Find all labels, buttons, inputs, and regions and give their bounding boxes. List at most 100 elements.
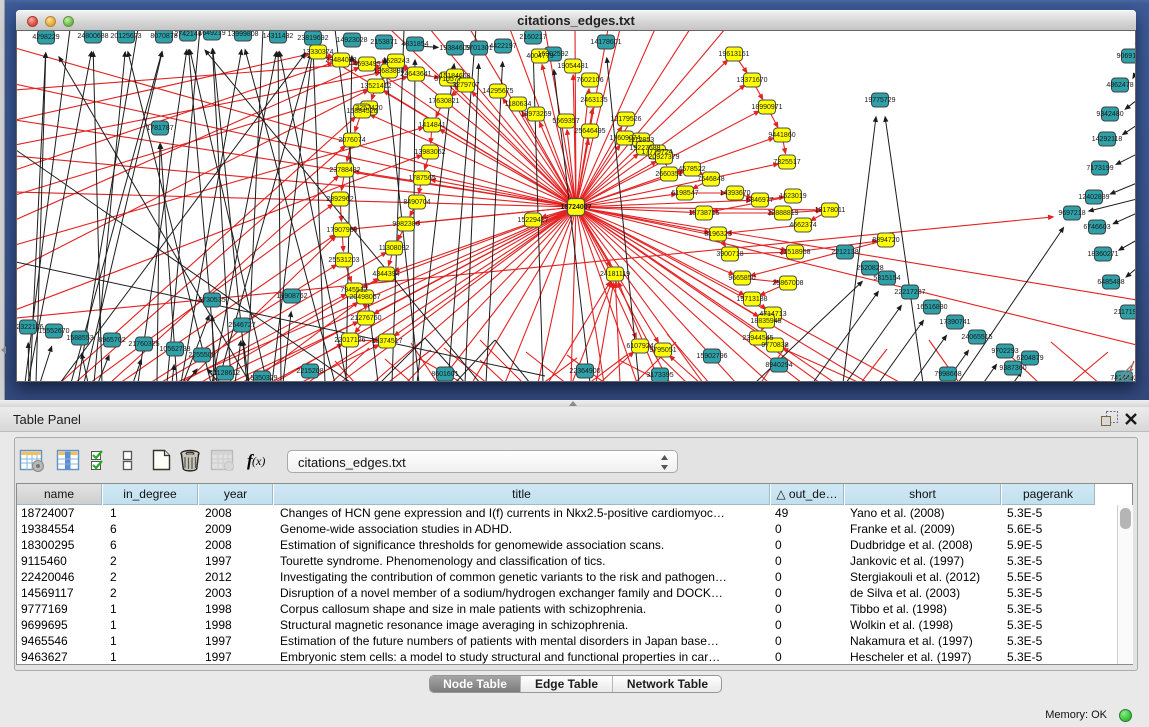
svg-text:9770838: 9770838 [761,342,788,349]
svg-text:14292118: 14292118 [1092,136,1123,143]
svg-text:1528243: 1528243 [382,58,409,65]
svg-text:5315154: 5315154 [873,275,900,282]
svg-text:16516880: 16516880 [916,304,947,311]
svg-text:2076074: 2076074 [338,137,365,144]
svg-text:1588553: 1588553 [66,335,93,342]
svg-text:15552670: 15552670 [38,328,69,335]
svg-text:18835945: 18835945 [750,318,781,325]
svg-text:4578522: 4578522 [678,166,705,173]
svg-text:9795051: 9795051 [649,347,676,354]
svg-text:24800688: 24800688 [77,33,108,40]
svg-text:7998668: 7998668 [934,371,961,378]
svg-text:6746603: 6746603 [1083,224,1110,231]
svg-text:14311432: 14311432 [263,33,294,40]
svg-text:20927379: 20927379 [648,154,679,161]
svg-text:15350329: 15350329 [246,375,277,381]
svg-text:18908762: 18908762 [276,293,307,300]
svg-text:7173199: 7173199 [1086,165,1113,172]
svg-text:9342480: 9342480 [1096,111,1123,118]
svg-text:23484078: 23484078 [325,57,356,64]
svg-text:4422197: 4422197 [489,43,516,50]
svg-text:4593499: 4593499 [353,61,380,68]
svg-text:1787565: 1787565 [408,175,435,182]
svg-text:22017126: 22017126 [334,337,365,344]
svg-text:4298229: 4298229 [32,34,59,41]
svg-text:9665850: 9665850 [728,275,755,282]
svg-text:22888819: 22888819 [767,210,798,217]
svg-text:7602106: 7602106 [576,77,603,84]
svg-text:14923028: 14923028 [336,37,367,44]
svg-text:10562738: 10562738 [159,346,190,353]
svg-text:19613161: 19613161 [718,51,749,58]
svg-text:2212138: 2212138 [831,249,858,256]
svg-text:12179526: 12179526 [610,116,641,123]
svg-text:23788482: 23788482 [329,167,360,174]
svg-text:1623019: 1623019 [779,193,806,200]
svg-text:3173395: 3173395 [646,372,673,379]
svg-text:8196323: 8196323 [704,231,731,238]
svg-text:17630821: 17630821 [428,98,459,105]
svg-text:2153871: 2153871 [370,39,397,46]
svg-text:8965702: 8965702 [98,337,125,344]
svg-text:7945512: 7945512 [340,287,367,294]
svg-text:14178601: 14178601 [590,39,621,46]
svg-text:4004779: 4004779 [526,53,553,60]
svg-text:2255500: 2255500 [188,352,215,359]
svg-text:9982380: 9982380 [392,221,419,228]
svg-text:2520828: 2520828 [856,265,883,272]
svg-text:25646495: 25646495 [574,128,605,135]
svg-text:1180634: 1180634 [505,101,532,108]
svg-text:15229417: 15229417 [517,217,548,224]
svg-text:5730535: 5730535 [198,297,225,304]
svg-text:24643641: 24643641 [400,71,431,78]
svg-text:9697218: 9697218 [1058,210,1085,217]
svg-text:2463135: 2463135 [580,97,607,104]
svg-text:14295675: 14295675 [482,88,513,95]
svg-text:11128612: 11128612 [210,370,240,377]
svg-text:8894720: 8894720 [872,237,899,244]
svg-text:5569357: 5569357 [552,118,579,125]
svg-text:13330374: 13330374 [302,49,333,56]
svg-text:4862478: 4862478 [1106,82,1133,89]
svg-text:3900718: 3900718 [716,251,743,258]
svg-text:1781787: 1781787 [146,125,173,132]
svg-text:8601601: 8601601 [431,371,458,378]
svg-text:2215208: 2215208 [296,368,323,375]
svg-text:25867008: 25867008 [772,280,803,287]
svg-text:15184668: 15184668 [439,73,470,80]
svg-text:8940294: 8940294 [765,362,792,369]
svg-text:2546727: 2546727 [228,322,255,329]
svg-text:17907969: 17907969 [326,227,357,234]
svg-text:1649219: 1649219 [198,31,225,37]
svg-text:24065515: 24065515 [961,334,992,341]
svg-text:18990971: 18990971 [751,104,782,111]
svg-text:18178011: 18178011 [815,207,846,214]
svg-text:9702293: 9702293 [991,348,1018,355]
svg-text:2892962: 2892962 [326,196,353,203]
svg-text:4831854: 4831854 [401,41,428,48]
svg-text:25531203: 25531203 [328,257,359,264]
svg-text:15884526: 15884526 [346,108,377,115]
svg-text:7325517: 7325517 [773,159,800,166]
svg-text:6204879: 6204879 [1016,355,1043,362]
svg-text:15902796: 15902796 [696,353,727,360]
svg-text:13999808: 13999808 [227,31,258,38]
svg-text:23819692: 23819692 [297,35,328,42]
svg-text:13371670: 13371670 [736,77,767,84]
svg-text:6846977: 6846977 [746,197,773,204]
svg-text:24181119: 24181119 [600,271,630,278]
svg-text:15374517: 15374517 [371,338,402,345]
svg-text:18724007: 18724007 [560,204,591,211]
svg-text:19775729: 19775729 [864,97,895,104]
svg-text:4714713: 4714713 [759,311,786,318]
svg-text:12402839: 12402839 [1078,194,1109,201]
svg-text:18360271: 18360271 [1087,251,1118,258]
svg-text:1112853: 1112853 [628,137,654,144]
svg-text:19713188: 19713188 [736,296,767,303]
svg-text:21171932: 21171932 [1114,309,1135,316]
svg-text:13521412: 13521412 [360,83,391,90]
svg-text:20498067: 20498067 [349,294,380,301]
svg-text:(x): (x) [252,454,265,468]
svg-text:22217287: 22217287 [894,289,925,296]
svg-text:9387360: 9387360 [999,365,1026,372]
